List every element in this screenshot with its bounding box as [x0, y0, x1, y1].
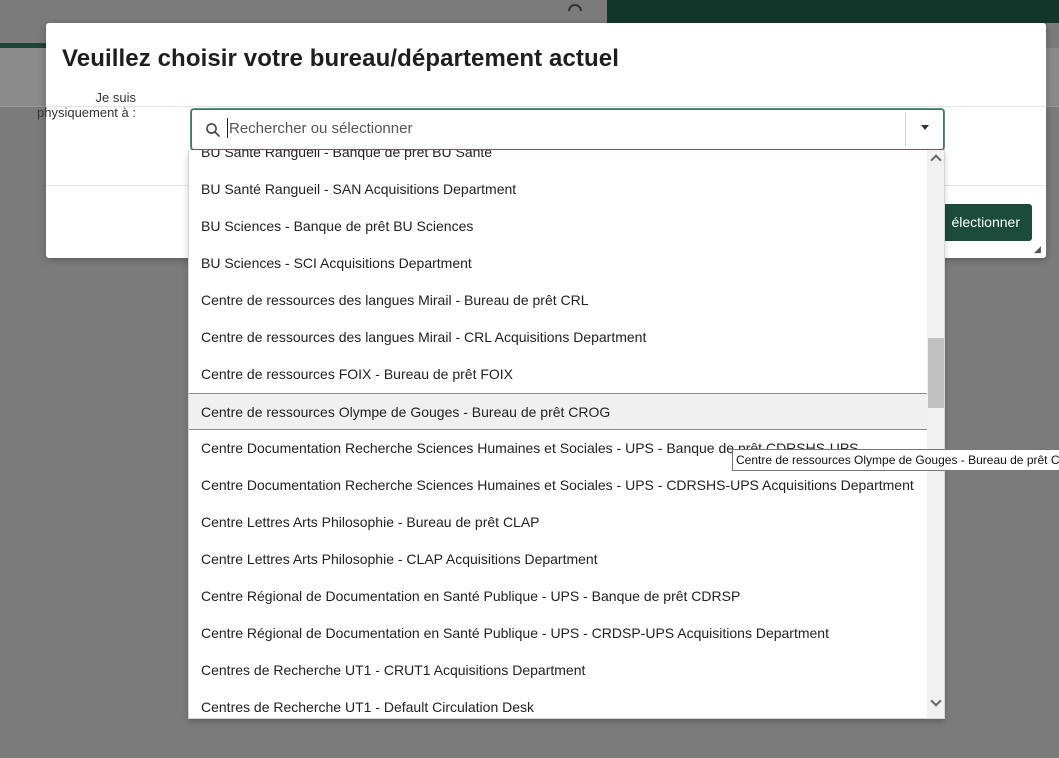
- dropdown-option[interactable]: Centre de ressources Olympe de Gouges - …: [189, 393, 927, 430]
- search-icon: [206, 123, 220, 137]
- dropdown-option[interactable]: Centre de ressources FOIX - Bureau de pr…: [189, 356, 927, 393]
- chevron-up-icon[interactable]: [930, 154, 942, 166]
- background-band: [1046, 48, 1059, 106]
- dropdown-option[interactable]: BU Sciences - Banque de prêt BU Sciences: [189, 208, 927, 245]
- dropdown-option[interactable]: BU Santé Rangueil - SAN Acquisitions Dep…: [189, 171, 927, 208]
- chevron-down-icon[interactable]: [921, 125, 929, 130]
- dropdown-option[interactable]: BU Sciences - SCI Acquisitions Departmen…: [189, 245, 927, 282]
- dropdown-option[interactable]: Centre Régional de Documentation en Sant…: [189, 615, 927, 652]
- text-caret: [227, 118, 228, 138]
- dropdown-separator: [905, 113, 906, 146]
- location-field-label: Je suis physiquement à :: [36, 90, 136, 120]
- dialog-title: Veuillez choisir votre bureau/départemen…: [62, 45, 619, 72]
- dropdown-option[interactable]: Centre Documentation Recherche Sciences …: [189, 467, 927, 504]
- dropdown-option[interactable]: Centres de Recherche UT1 - CRUT1 Acquisi…: [189, 652, 927, 689]
- dropdown-option[interactable]: Centre Lettres Arts Philosophie - CLAP A…: [189, 541, 927, 578]
- dialog-header: Veuillez choisir votre bureau/départemen…: [46, 23, 1046, 107]
- scrollbar-thumb[interactable]: [928, 338, 944, 408]
- dropdown-option[interactable]: Centre Lettres Arts Philosophie - Bureau…: [189, 504, 927, 541]
- dropdown-option[interactable]: Centre de ressources des langues Mirail …: [189, 319, 927, 356]
- dropdown-option[interactable]: BU Santé Rangueil - Banque de prêt BU Sa…: [189, 150, 927, 171]
- dropdown-option[interactable]: Centre Régional de Documentation en Sant…: [189, 578, 927, 615]
- dropdown-scrollbar[interactable]: [927, 150, 944, 718]
- options-dropdown: BU Santé Rangueil - Banque de prêt BU Sa…: [188, 150, 945, 719]
- resize-grip-icon[interactable]: ◢: [1034, 245, 1042, 254]
- chevron-down-icon[interactable]: [930, 695, 942, 707]
- options-list: BU Santé Rangueil - Banque de prêt BU Sa…: [189, 150, 927, 718]
- search-input[interactable]: Rechercher ou sélectionner: [229, 120, 412, 137]
- top-navigation-bar: [607, 0, 1059, 23]
- option-tooltip: Centre de ressources Olympe de Gouges - …: [732, 449, 1059, 471]
- divider: [1046, 106, 1059, 107]
- dropdown-option[interactable]: Centres de Recherche UT1 - Default Circu…: [189, 689, 927, 718]
- dropdown-option[interactable]: Centre de ressources des langues Mirail …: [189, 282, 927, 319]
